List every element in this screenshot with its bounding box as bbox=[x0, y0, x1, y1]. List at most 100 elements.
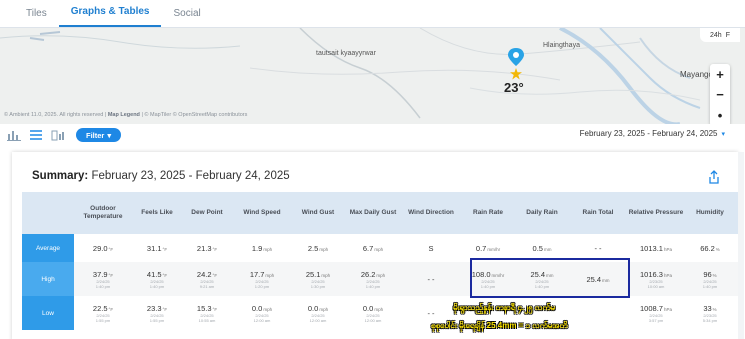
cell-time: 9:21 am bbox=[199, 283, 215, 289]
unit-text: hPa bbox=[663, 306, 672, 312]
column-header[interactable]: Rain Rate bbox=[460, 192, 516, 234]
column-header[interactable] bbox=[22, 192, 74, 234]
table-cell: 21.3°F bbox=[182, 234, 232, 262]
table-cell: 0.0mph 2/24/25 12:00 am bbox=[344, 296, 402, 330]
column-header[interactable]: Wind Speed bbox=[232, 192, 292, 234]
cell-value: - - bbox=[594, 244, 601, 253]
tab-tiles[interactable]: Tiles bbox=[14, 0, 59, 27]
unit-text: mph bbox=[319, 306, 329, 312]
unit-text: mph bbox=[263, 246, 273, 252]
station-pin-icon[interactable] bbox=[507, 48, 525, 68]
date-range-label: February 23, 2025 - February 24, 2025 bbox=[579, 129, 718, 138]
map-background bbox=[0, 28, 701, 124]
cell-value: 2.5mph bbox=[308, 244, 328, 253]
map-place-label: Hlaingthaya bbox=[543, 42, 580, 49]
cell-value: 21.3°F bbox=[197, 244, 217, 253]
unit-toggle[interactable]: F bbox=[726, 32, 730, 39]
summary-title-label: Summary: bbox=[32, 170, 89, 182]
rain-highlight-box bbox=[470, 258, 630, 298]
unit-text: hPa bbox=[663, 246, 672, 252]
station-temperature: 23° bbox=[504, 80, 524, 95]
column-header[interactable]: Relative Pressure bbox=[628, 192, 684, 234]
table-row: Average 29.0°F 31.1°F 21.3°F 1.9mph 2.5mph 6.7… bbox=[22, 234, 738, 262]
bar-chart-view-icon[interactable] bbox=[6, 128, 22, 142]
chart-table-view-icon[interactable] bbox=[50, 128, 66, 142]
zoom-in-button[interactable]: + bbox=[716, 67, 724, 82]
unit-text: mph bbox=[376, 272, 386, 278]
table-cell: 1013.1hPa bbox=[628, 234, 684, 262]
unit-text: hPa bbox=[663, 272, 672, 278]
star-icon bbox=[510, 68, 522, 80]
date-range-selector[interactable]: February 23, 2025 - February 24, 2025 ▾ bbox=[580, 129, 725, 138]
unit-text: °F bbox=[108, 306, 114, 312]
column-header[interactable]: Wind Gust bbox=[292, 192, 344, 234]
cell-time: 1:40 pm bbox=[365, 283, 381, 289]
value-text: 17.7 bbox=[249, 269, 265, 279]
table-cell bbox=[568, 296, 628, 330]
column-header[interactable]: Dew Point bbox=[182, 192, 232, 234]
cell-value: 25.1mph bbox=[306, 270, 330, 279]
time-toggle[interactable]: 24h bbox=[710, 32, 722, 39]
cell-value: 26.2mph bbox=[361, 270, 385, 279]
cell-value: 23.3°F bbox=[147, 304, 167, 313]
unit-text: °F bbox=[212, 246, 218, 252]
tab-bar: Tiles Graphs & Tables Social bbox=[0, 0, 745, 28]
value-text: 0.0 bbox=[307, 303, 319, 313]
value-text: 22.5 bbox=[92, 303, 108, 313]
cell-value: 0.5mm bbox=[533, 244, 552, 253]
column-header[interactable]: Wind Direction bbox=[402, 192, 460, 234]
table-cell: 25.1mph 2/24/25 1:30 pm bbox=[292, 262, 344, 296]
unit-text: % bbox=[715, 246, 720, 252]
summary-card: Summary: February 23, 2025 - February 24… bbox=[12, 152, 738, 339]
value-text: 31.1 bbox=[146, 243, 162, 253]
scrollbar[interactable] bbox=[738, 152, 744, 339]
map-place-label: Mayangc bbox=[680, 70, 713, 79]
column-header[interactable]: Outdoor Temperature bbox=[74, 192, 132, 234]
value-text: 25.1 bbox=[305, 269, 321, 279]
tab-social[interactable]: Social bbox=[161, 0, 212, 27]
tab-graphs-tables[interactable]: Graphs & Tables bbox=[58, 0, 162, 27]
value-text: 66.2 bbox=[700, 243, 715, 253]
table-view-icon[interactable] bbox=[28, 128, 44, 142]
cell-value: 33% bbox=[703, 304, 716, 313]
column-header[interactable]: Feels Like bbox=[132, 192, 182, 234]
filter-button-label: Filter bbox=[86, 130, 105, 140]
share-icon[interactable] bbox=[708, 170, 720, 184]
column-header[interactable]: Daily Rain bbox=[516, 192, 568, 234]
table-cell: 22.5°F 2/24/25 1:55 pm bbox=[74, 296, 132, 330]
attribution-prefix: © Ambient 11.0, 2025. All rights reserve… bbox=[4, 112, 107, 118]
cell-time: 12:00 am bbox=[364, 317, 382, 323]
column-header[interactable]: Max Daily Gust bbox=[344, 192, 402, 234]
value-text: 1016.3 bbox=[640, 269, 663, 279]
locate-button[interactable]: • bbox=[718, 108, 723, 123]
table-cell: 15.3°F 2/24/25 10:55 am bbox=[182, 296, 232, 330]
cell-time: 12:00 am bbox=[309, 317, 327, 323]
column-header[interactable]: Humidity bbox=[684, 192, 736, 234]
unit-text: mph bbox=[321, 272, 331, 278]
unit-text: mph bbox=[319, 246, 329, 252]
summary-title-dates: February 23, 2025 - February 24, 2025 bbox=[91, 170, 290, 182]
table-cell: 26.2mph 2/24/25 1:40 pm bbox=[344, 262, 402, 296]
zoom-controls: + − • bbox=[710, 64, 730, 124]
table-cell: 0.0mph 2/24/25 12:00 am bbox=[232, 296, 292, 330]
column-header[interactable]: Rain Total bbox=[568, 192, 628, 234]
cell-value: 31.1°F bbox=[147, 244, 167, 253]
table-cell: 1016.3hPa 2/23/25 10:00 am bbox=[628, 262, 684, 296]
summary-table: Outdoor Temperature Feels Like Dew Point Wi… bbox=[22, 192, 738, 330]
value-text: 37.9 bbox=[92, 269, 108, 279]
table-cell: 33% 2/23/25 5:34 pm bbox=[684, 296, 736, 330]
unit-text: mph bbox=[374, 306, 384, 312]
cell-time: 1:20 pm bbox=[254, 283, 270, 289]
unit-text: mm/hr bbox=[487, 246, 501, 252]
zoom-out-button[interactable]: − bbox=[716, 87, 724, 102]
cell-value: 1008.7hPa bbox=[640, 304, 672, 313]
filter-button[interactable]: Filter ▾ bbox=[76, 128, 122, 142]
cell-time: 1:40 pm bbox=[149, 283, 165, 289]
value-text: 15.3 bbox=[196, 303, 212, 313]
table-cell: 24.2°F 2/24/25 9:21 am bbox=[182, 262, 232, 296]
unit-text: % bbox=[712, 306, 717, 312]
map-view[interactable]: tautsait kyaayyrwar Hlaingthaya Mayangc … bbox=[0, 28, 745, 124]
cell-value: 0.0mph bbox=[363, 304, 383, 313]
cell-value: 41.5°F bbox=[147, 270, 167, 279]
map-legend-link[interactable]: Map Legend bbox=[108, 112, 140, 118]
